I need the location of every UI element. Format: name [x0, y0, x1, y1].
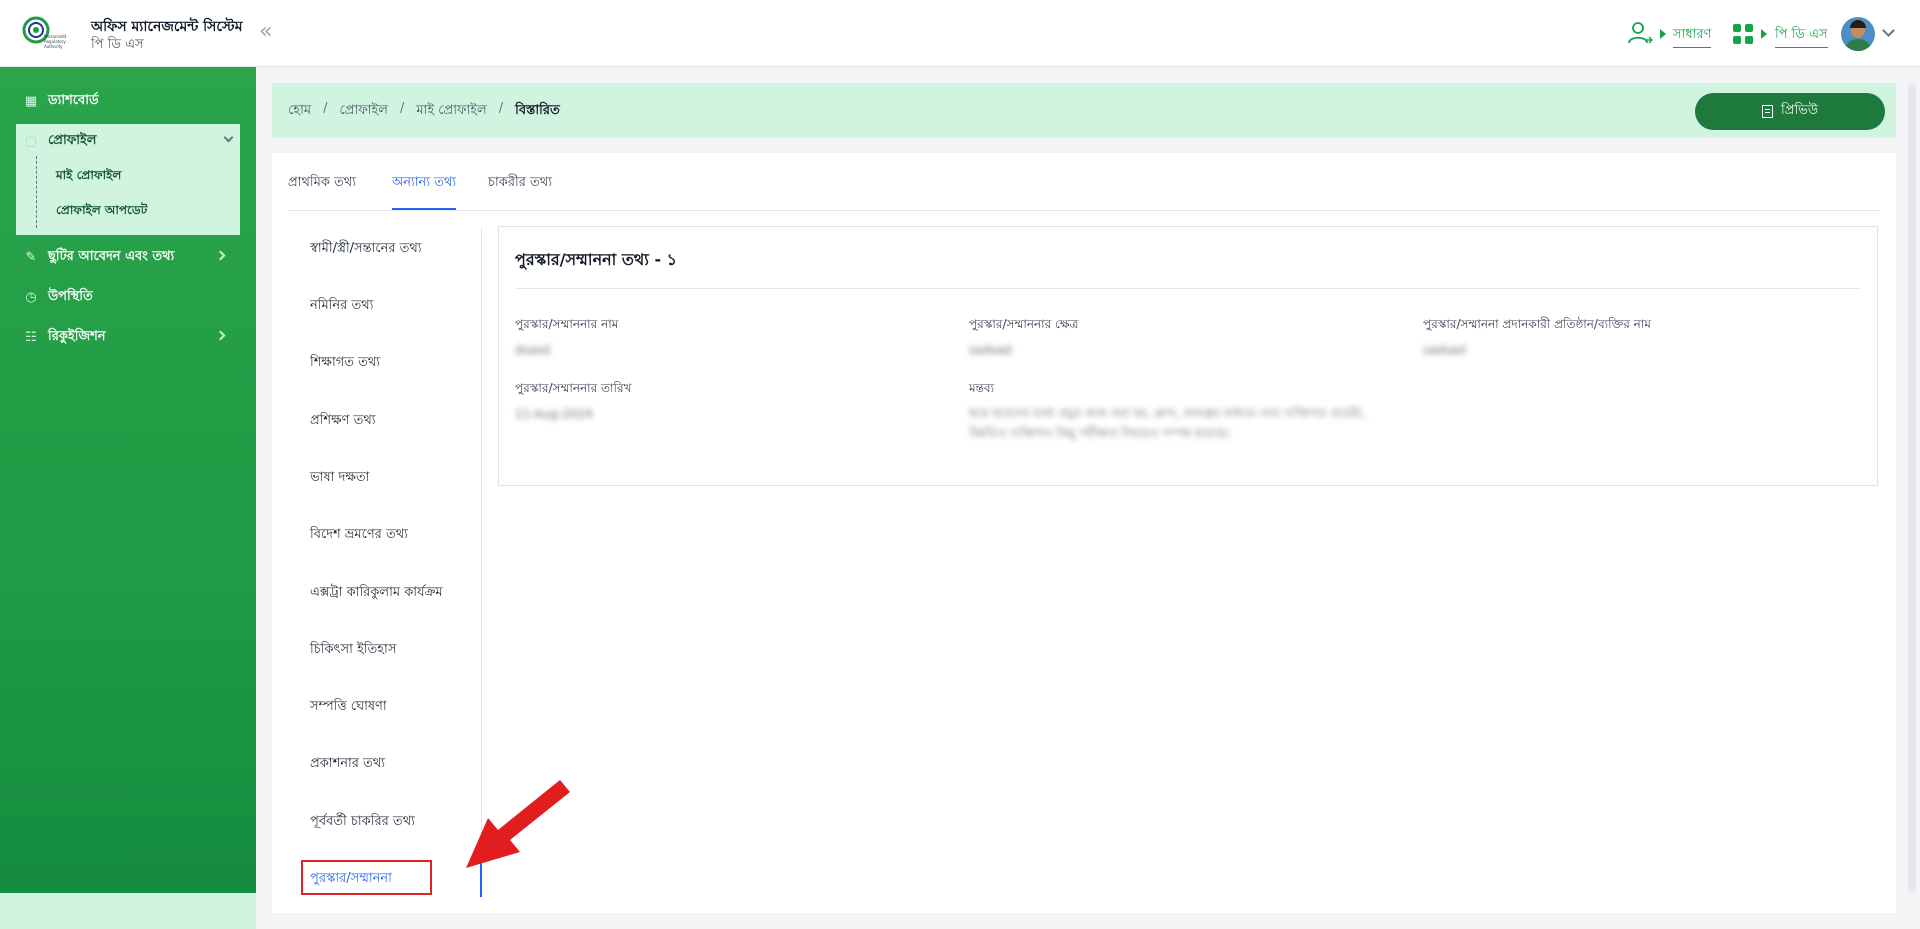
sidebar-subitem-my-profile[interactable]: মাই প্রোফাইল	[56, 167, 121, 187]
side-menu: স্বামী/স্ত্রী/সন্তানের তথ্য নমিনির তথ্য …	[298, 227, 482, 897]
award-field-label: পুরস্কার/সম্মাননার ক্ষেত্র	[969, 317, 1079, 331]
chevron-right-icon	[215, 330, 226, 341]
requisition-icon: ☷	[25, 329, 37, 345]
side-link-nominee[interactable]: নমিনির তথ্য	[310, 296, 373, 317]
sidebar-footer	[0, 893, 256, 929]
breadcrumb-separator: /	[323, 101, 328, 116]
side-link-assets[interactable]: সম্পত্তি ঘোষণা	[310, 697, 387, 718]
sidebar-item-attendance[interactable]: ◷ উপস্থিতি	[24, 284, 234, 310]
chevron-down-icon[interactable]	[1882, 24, 1895, 37]
award-giver-label: পুরস্কার/সম্মাননা প্রদানকারী প্রতিষ্ঠান/…	[1423, 317, 1651, 331]
tree-line	[36, 156, 37, 228]
top-bar: Microcredit Regulatory Authority অফিস ম্…	[0, 0, 1920, 67]
sidebar-group-profile: ▢ প্রোফাইল মাই প্রোফাইল প্রোফাইল আপডেট	[16, 124, 240, 235]
tab-bar: প্রাথমিক তথ্য অন্যান্য তথ্য চাকরীর তথ্য	[288, 153, 1880, 211]
tab-basic-info[interactable]: প্রাথমিক তথ্য	[288, 173, 356, 208]
award-date-value: 11-Aug-2024	[515, 407, 593, 421]
sidebar-subitem-profile-update[interactable]: প্রোফাইল আপডেট	[56, 202, 147, 222]
pointer-arrow-icon	[466, 780, 570, 868]
breadcrumb-my-profile[interactable]: মাই প্রোফাইল	[416, 101, 486, 122]
sidebar-item-profile[interactable]: ▢ প্রোফাইল	[24, 128, 234, 154]
breadcrumb-home[interactable]: হোম	[288, 101, 311, 122]
award-comment-value: ছাত্র ছাত্রদের মধ্যে প্রচুর কাজ করা হয়,…	[969, 406, 1366, 440]
side-link-family[interactable]: স্বামী/স্ত্রী/সন্তানের তথ্য	[310, 239, 422, 260]
user-role-icon[interactable]	[1627, 20, 1653, 46]
avatar[interactable]	[1841, 17, 1875, 51]
breadcrumb-separator: /	[399, 101, 405, 116]
module-link[interactable]: পি ডি এস	[1775, 25, 1828, 48]
breadcrumb-separator: /	[498, 101, 504, 116]
side-link-extracurricular[interactable]: এক্সট্রা কারিকুলাম কার্যক্রম	[310, 583, 443, 604]
breadcrumb-profile[interactable]: প্রোফাইল	[339, 101, 387, 122]
tab-other-info[interactable]: অন্যান্য তথ্য	[392, 173, 457, 210]
scrollbar[interactable]	[1908, 83, 1916, 893]
chevron-right-icon	[215, 250, 226, 261]
dashboard-icon: ▦	[24, 93, 38, 109]
role-arrow-icon	[1660, 29, 1666, 39]
award-name-value: dsasd	[515, 343, 551, 357]
side-link-education[interactable]: শিক্ষাগত তথ্য	[310, 353, 380, 374]
preview-label: প্রিভিউ	[1781, 103, 1818, 118]
logo-icon: Microcredit Regulatory Authority	[22, 16, 67, 49]
profile-icon: ▢	[24, 133, 38, 149]
highlight-box	[301, 860, 432, 895]
divider	[515, 288, 1861, 289]
sidebar-item-leave[interactable]: ✎ ছুটির আবেদন এবং তথ্য	[24, 244, 234, 270]
award-date-label: পুরস্কার/সম্মাননার তারিখ	[515, 381, 632, 395]
clock-icon: ◷	[25, 289, 37, 305]
leave-icon: ✎	[25, 249, 37, 265]
award-giver-value: sadsad	[1423, 343, 1466, 357]
preview-button[interactable]: প্রিভিউ	[1695, 93, 1885, 130]
award-field-value: sadsad	[969, 343, 1012, 357]
side-link-previous-job[interactable]: পূর্ববর্তী চাকরির তথ্য	[310, 812, 415, 833]
sidebar-item-requisition[interactable]: ☷ রিকুইজিশন	[24, 324, 234, 350]
sidebar-item-label: ড্যাশবোর্ড	[48, 92, 99, 108]
app-subtitle: পি ডি এস	[91, 37, 144, 52]
award-comment-label: মন্তব্য	[969, 381, 995, 395]
module-arrow-icon	[1761, 29, 1767, 39]
sidebar-item-label: ছুটির আবেদন এবং তথ্য	[48, 248, 175, 264]
side-link-training[interactable]: প্রশিক্ষণ তথ্য	[310, 411, 376, 432]
side-link-medical[interactable]: চিকিৎসা ইতিহাস	[310, 640, 396, 661]
award-name-label: পুরস্কার/সম্মাননার নাম	[515, 317, 619, 331]
breadcrumb: হোম / প্রোফাইল / মাই প্রোফাইল / বিস্তারি…	[288, 101, 560, 122]
svg-text:Authority: Authority	[44, 44, 63, 49]
award-title: পুরস্কার/সম্মাননা তথ্য - ১	[515, 250, 678, 269]
side-link-foreign-travel[interactable]: বিদেশ ভ্রমণের তথ্য	[310, 525, 408, 546]
sidebar-item-label: রিকুইজিশন	[48, 328, 106, 344]
chevron-down-icon	[223, 132, 234, 143]
apps-grid-icon[interactable]	[1733, 24, 1753, 44]
sidebar-item-dashboard[interactable]: ▦ ড্যাশবোর্ড	[24, 88, 234, 114]
award-detail-card: পুরস্কার/সম্মাননা তথ্য - ১ পুরস্কার/সম্ম…	[498, 226, 1878, 486]
sidebar-item-label: প্রোফাইল	[48, 132, 97, 148]
breadcrumb-current: বিস্তারিত	[515, 103, 560, 118]
document-icon	[1762, 105, 1774, 118]
side-link-publication[interactable]: প্রকাশনার তথ্য	[310, 754, 385, 775]
sidebar-collapse-button[interactable]: «	[259, 20, 272, 44]
sidebar-item-label: উপস্থিতি	[48, 288, 93, 304]
breadcrumb-bar: হোম / প্রোফাইল / মাই প্রোফাইল / বিস্তারি…	[272, 83, 1896, 138]
role-link[interactable]: সাধারণ	[1673, 25, 1712, 48]
side-link-language[interactable]: ভাষা দক্ষতা	[310, 468, 369, 489]
tab-job-info[interactable]: চাকরীর তথ্য	[488, 173, 552, 208]
